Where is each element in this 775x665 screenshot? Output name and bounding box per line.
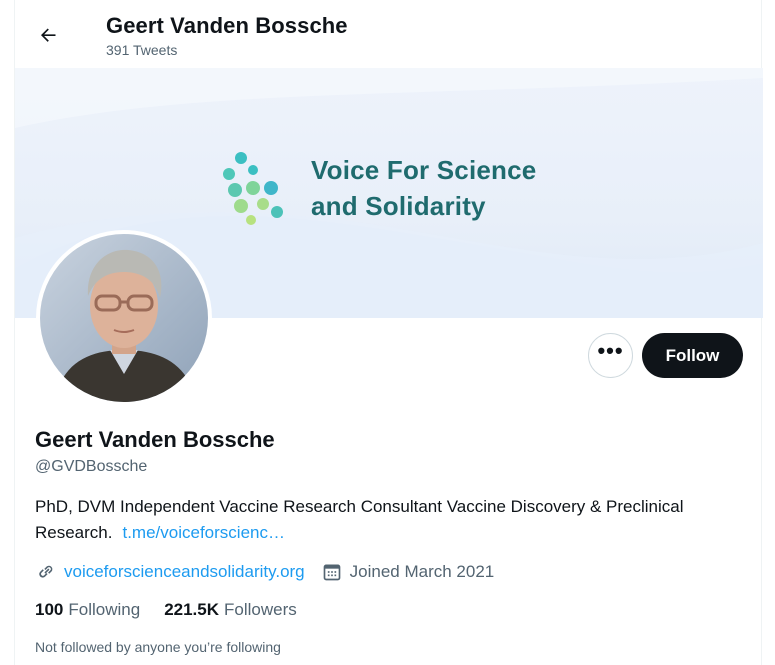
follow-button[interactable]: Follow: [642, 333, 743, 378]
followers-stat[interactable]: 221.5K Followers: [164, 600, 297, 620]
followers-label: Followers: [224, 600, 297, 619]
header-title: Geert Vanden Bossche: [106, 13, 348, 38]
followers-count: 221.5K: [164, 600, 220, 619]
profile-stats: 100 Following 221.5K Followers: [35, 600, 297, 620]
banner-text: Voice For Science and Solidarity: [311, 152, 536, 224]
avatar[interactable]: [36, 230, 212, 406]
back-button[interactable]: [31, 18, 65, 52]
calendar-icon: [321, 561, 343, 583]
website-link[interactable]: voiceforscienceandsolidarity.org: [64, 562, 305, 582]
profile-bio: PhD, DVM Independent Vaccine Research Co…: [35, 494, 695, 546]
following-label: Following: [68, 600, 141, 619]
following-count: 100: [35, 600, 64, 619]
tweet-count: 391 Tweets: [106, 42, 178, 58]
profile-meta: voiceforscienceandsolidarity.org Joined …: [35, 559, 494, 585]
banner-line-2: and Solidarity: [311, 191, 486, 221]
profile-header-bar: Geert Vanden Bossche 391 Tweets: [15, 0, 763, 68]
bio-link[interactable]: t.me/voiceforscienc…: [122, 523, 285, 542]
following-stat[interactable]: 100 Following: [35, 600, 140, 620]
profile-panel: Geert Vanden Bossche 391 Tweets Voice Fo…: [14, 0, 763, 665]
voice-for-science-logo: [223, 152, 283, 225]
link-icon: [35, 561, 57, 583]
not-followed-notice: Not followed by anyone you’re following: [35, 639, 281, 655]
banner-line-1: Voice For Science: [311, 155, 537, 185]
more-options-button[interactable]: •••: [588, 333, 633, 378]
profile-name: Geert Vanden Bossche: [35, 427, 275, 452]
avatar-photo: [40, 234, 208, 402]
arrow-left-icon: [41, 28, 56, 42]
profile-handle: @GVDBossche: [35, 458, 148, 475]
more-dots-icon: •••: [597, 337, 624, 363]
joined-date: Joined March 2021: [349, 562, 495, 581]
